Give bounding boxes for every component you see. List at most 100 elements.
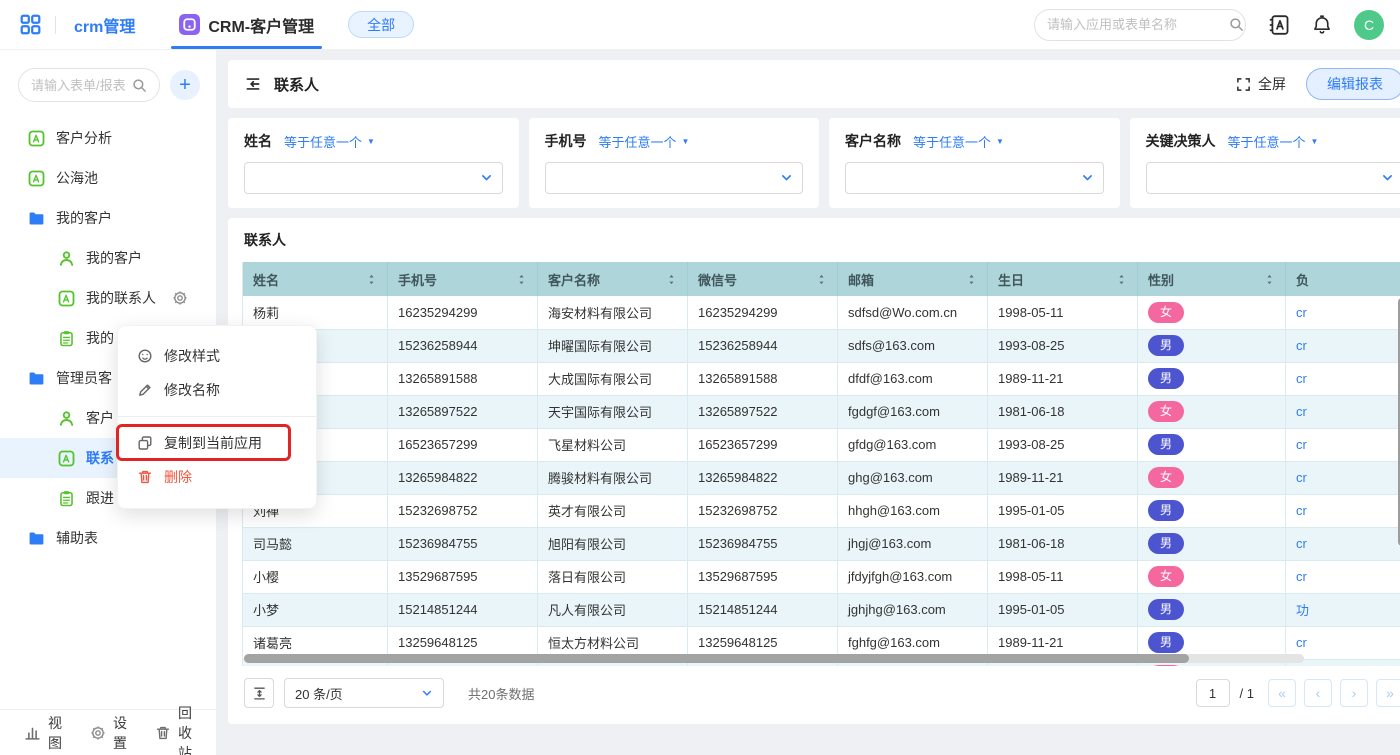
cell-owner: cr: [1286, 329, 1400, 362]
tab-crm-app[interactable]: CRM-客户管理: [175, 0, 318, 49]
gender-badge: 男: [1148, 599, 1184, 620]
sidebar-item[interactable]: 辅助表: [0, 518, 216, 558]
filter-value-select[interactable]: [244, 162, 503, 194]
filter-card: 客户名称等于任意一个 ▼: [829, 118, 1120, 208]
cell-company: 坤曜国际有限公司: [538, 329, 688, 362]
cell-gender: 男: [1138, 362, 1286, 395]
filter-value-select[interactable]: [1146, 162, 1400, 194]
cell-company: 大成国际有限公司: [538, 362, 688, 395]
owner-link[interactable]: cr: [1296, 503, 1307, 518]
column-header[interactable]: 性别: [1138, 262, 1286, 296]
add-form-button[interactable]: +: [170, 70, 200, 100]
row-height-button[interactable]: [244, 678, 274, 708]
cell-phone: 15214851244: [388, 593, 538, 626]
filter-bar: 姓名等于任意一个 ▼手机号等于任意一个 ▼客户名称等于任意一个 ▼关键决策人等于…: [228, 118, 1400, 208]
table-row[interactable]: 刘禅15232698752英才有限公司15232698752hhgh@163.c…: [243, 494, 1400, 527]
table-row[interactable]: 娆15236258944坤曜国际有限公司15236258944sdfs@163.…: [243, 329, 1400, 362]
table-row[interactable]: 秀红13265897522天宇国际有限公司13265897522fgdgf@16…: [243, 395, 1400, 428]
table-row[interactable]: 文16523657299飞星材料公司16523657299gfdg@163.co…: [243, 428, 1400, 461]
filter-value-select[interactable]: [845, 162, 1104, 194]
avatar[interactable]: C: [1354, 10, 1384, 40]
owner-link[interactable]: cr: [1296, 569, 1307, 584]
gear-icon[interactable]: [172, 290, 188, 306]
first-page-button[interactable]: «: [1268, 679, 1296, 707]
sidebar-item[interactable]: 公海池: [0, 158, 216, 198]
column-header[interactable]: 微信号: [688, 262, 838, 296]
person-icon: [58, 410, 75, 427]
prev-page-button[interactable]: ‹: [1304, 679, 1332, 707]
column-header[interactable]: 手机号: [388, 262, 538, 296]
sidebar-item[interactable]: 我的客户: [0, 238, 216, 278]
owner-link[interactable]: cr: [1296, 437, 1307, 452]
all-filter-pill[interactable]: 全部: [348, 11, 414, 38]
table-row[interactable]: 小梦15214851244凡人有限公司15214851244jghjhg@163…: [243, 593, 1400, 626]
context-menu-item[interactable]: 删除: [118, 460, 316, 494]
column-header[interactable]: 生日: [988, 262, 1138, 296]
cell-company: 天宇国际有限公司: [538, 395, 688, 428]
global-search-input[interactable]: [1047, 17, 1223, 32]
owner-link[interactable]: cr: [1296, 404, 1307, 419]
collapse-sidebar-icon[interactable]: [244, 75, 262, 93]
table-row[interactable]: 小樱13529687595落日有限公司13529687595jfdyjfgh@1…: [243, 560, 1400, 593]
gender-badge: 女: [1148, 467, 1184, 488]
next-page-button[interactable]: ›: [1340, 679, 1368, 707]
global-search[interactable]: [1034, 9, 1246, 41]
sidebar-item-label: 公海池: [56, 168, 98, 188]
gender-badge: 男: [1148, 632, 1184, 653]
form-icon: [58, 450, 75, 467]
sidebar-footer-gear[interactable]: 设置: [90, 713, 127, 753]
context-menu-item[interactable]: 修改名称: [118, 373, 316, 407]
owner-link[interactable]: cr: [1296, 371, 1307, 386]
context-menu-item[interactable]: 修改样式: [118, 339, 316, 373]
contacts-icon[interactable]: [1268, 14, 1290, 36]
filter-value-select[interactable]: [545, 162, 804, 194]
last-page-button[interactable]: »: [1376, 679, 1400, 707]
cell-gender: 女: [1138, 560, 1286, 593]
owner-link[interactable]: cr: [1296, 470, 1307, 485]
bell-icon[interactable]: [1312, 15, 1332, 35]
cell-wechat: 13265891588: [688, 362, 838, 395]
filter-label: 关键决策人: [1146, 131, 1216, 151]
table-row[interactable]: 杨莉16235294299海安材料有限公司16235294299sdfsd@Wo…: [243, 296, 1400, 329]
column-header[interactable]: 客户名称: [538, 262, 688, 296]
workspace-link[interactable]: crm管理: [74, 13, 135, 37]
app-grid-icon[interactable]: [20, 14, 41, 35]
owner-link[interactable]: cr: [1296, 536, 1307, 551]
horizontal-scrollbar[interactable]: [244, 654, 1189, 663]
cell-owner: cr: [1286, 527, 1400, 560]
column-header[interactable]: 姓名: [243, 262, 388, 296]
table-row[interactable]: 曼13265891588大成国际有限公司13265891588dfdf@163.…: [243, 362, 1400, 395]
sidebar-item-label: 联系: [86, 448, 114, 468]
cell-owner: cr: [1286, 626, 1400, 659]
page-number-input[interactable]: [1196, 679, 1230, 707]
fullscreen-button[interactable]: 全屏: [1236, 74, 1286, 94]
filter-operator-dropdown[interactable]: 等于任意一个 ▼: [284, 132, 375, 151]
column-header[interactable]: 邮箱: [838, 262, 988, 296]
owner-link[interactable]: cr: [1296, 635, 1307, 650]
sidebar-search-input[interactable]: [31, 78, 126, 93]
sidebar-footer-chart[interactable]: 视图: [24, 713, 62, 753]
edit-report-button[interactable]: 编辑报表: [1306, 68, 1400, 100]
cell-wechat: 16235294299: [688, 296, 838, 329]
filter-operator-dropdown[interactable]: 等于任意一个 ▼: [913, 132, 1004, 151]
column-header[interactable]: 负: [1286, 262, 1400, 296]
sidebar-item[interactable]: 客户分析: [0, 118, 216, 158]
context-menu-item[interactable]: 复制到当前应用: [118, 426, 316, 460]
sidebar-item[interactable]: 我的联系人: [0, 278, 216, 318]
owner-link[interactable]: cr: [1296, 305, 1307, 320]
cell-birthday: 1998-05-11: [988, 560, 1138, 593]
table-row[interactable]: 司马懿15236984755旭阳有限公司15236984755jhgj@163.…: [243, 527, 1400, 560]
page-size-select[interactable]: 20 条/页: [284, 678, 444, 708]
sidebar-item[interactable]: 我的客户: [0, 198, 216, 238]
cell-email: fgdgf@163.com: [838, 395, 988, 428]
owner-link[interactable]: cr: [1296, 338, 1307, 353]
owner-link[interactable]: 功: [1296, 603, 1309, 618]
table-row[interactable]: 邦13265984822腾骏材料有限公司13265984822ghg@163.c…: [243, 461, 1400, 494]
folder-icon: [28, 530, 45, 547]
sidebar-item-label: 我的客户: [56, 208, 112, 228]
filter-operator-dropdown[interactable]: 等于任意一个 ▼: [599, 132, 690, 151]
filter-operator-dropdown[interactable]: 等于任意一个 ▼: [1228, 132, 1319, 151]
sidebar-footer-trash[interactable]: 回收站: [155, 703, 192, 755]
cell-owner: cr: [1286, 560, 1400, 593]
sidebar-search[interactable]: [18, 68, 160, 102]
